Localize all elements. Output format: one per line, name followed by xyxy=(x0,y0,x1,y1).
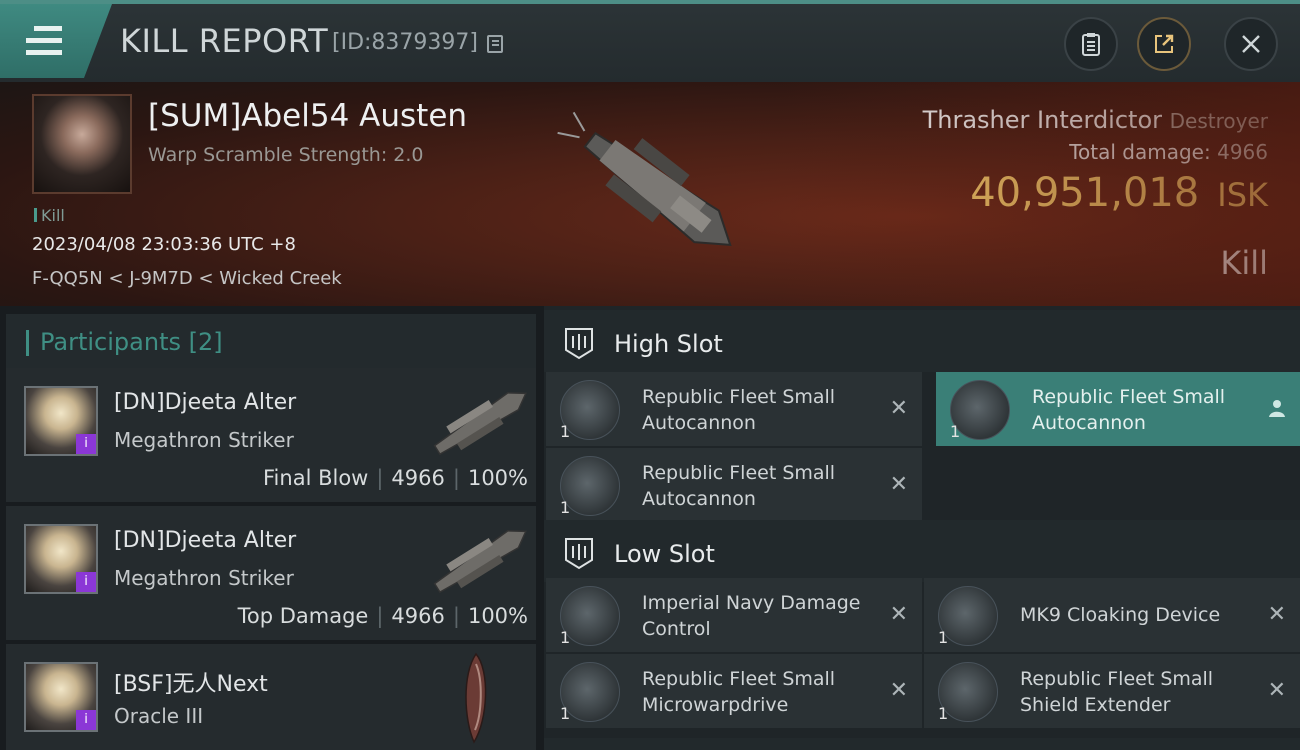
destroyed-icon: ✕ xyxy=(889,602,908,627)
total-damage-label: Total damage: xyxy=(1069,140,1211,164)
close-icon xyxy=(1242,35,1260,53)
share-icon xyxy=(1155,34,1174,53)
participant-row[interactable]: i [DN]Djeeta Alter Megathron Striker Fin… xyxy=(6,368,536,502)
module-name: Republic Fleet Small Autocannon xyxy=(1032,386,1226,434)
isk-unit: ISK xyxy=(1217,176,1268,214)
share-button[interactable] xyxy=(1137,17,1191,71)
kill-datetime: 2023/04/08 23:03:36 UTC +8 xyxy=(32,234,296,255)
hamburger-icon xyxy=(26,26,62,55)
destroyed-icon: ✕ xyxy=(889,396,908,421)
ship-class: Destroyer xyxy=(1169,109,1268,133)
participant-role: Top Damage xyxy=(237,604,369,628)
clipboard-icon xyxy=(1082,33,1100,56)
victim-ship-image[interactable] xyxy=(540,88,770,303)
info-badge-icon: i xyxy=(76,434,96,454)
participant-ship-image xyxy=(433,530,527,594)
participant-damage: 4966 xyxy=(391,466,445,490)
ship-type: Thrasher Interdictor xyxy=(922,106,1162,134)
module-name: Republic Fleet Small Microwarpdrive xyxy=(642,668,836,716)
next-slot-header xyxy=(544,738,1300,750)
module-name: MK9 Cloaking Device xyxy=(1020,604,1221,626)
report-id: [ID:8379397] xyxy=(332,30,478,55)
participant-name: [DN]Djeeta Alter xyxy=(114,390,297,415)
participant-name: [BSF]无人Next xyxy=(114,672,268,697)
copy-icon[interactable] xyxy=(487,35,503,53)
destroyed-icon: ✕ xyxy=(1267,602,1286,627)
participant-role: Final Blow xyxy=(263,466,369,490)
person-icon xyxy=(1269,400,1285,417)
participant-row[interactable]: i [DN]Djeeta Alter Megathron Striker Top… xyxy=(6,506,536,640)
module-item[interactable]: 1 Republic Fleet Small Shield Extender ✕ xyxy=(924,654,1300,728)
kill-tag: Kill xyxy=(34,206,65,225)
module-item[interactable]: 1 MK9 Cloaking Device ✕ xyxy=(924,578,1300,652)
info-badge-icon: i xyxy=(76,572,96,592)
participants-header[interactable]: Participants [2] xyxy=(6,314,536,370)
victim-ship-name[interactable]: Thrasher Interdictor Destroyer xyxy=(923,106,1268,134)
participants-title: Participants [2] xyxy=(40,328,223,356)
participant-avatar: i xyxy=(24,524,98,594)
module-name: Imperial Navy Damage Control xyxy=(642,592,861,640)
total-damage: Total damage: 4966 xyxy=(1069,140,1268,164)
participant-stats: Top Damage | 4966 | 100% xyxy=(237,604,528,628)
destroyed-icon: ✕ xyxy=(1267,678,1286,703)
participant-stats: Final Blow | 4966 | 100% xyxy=(263,466,528,490)
participant-avatar: i xyxy=(24,386,98,456)
participant-ship-image xyxy=(433,392,527,456)
participant-percent: 100% xyxy=(467,604,528,628)
module-qty: 1 xyxy=(950,422,961,441)
victim-avatar[interactable] xyxy=(32,94,132,194)
module-item[interactable]: 1 Republic Fleet Small Autocannon ✕ xyxy=(546,448,922,522)
participant-damage: 4966 xyxy=(391,604,445,628)
module-name: Republic Fleet Small Shield Extender xyxy=(1020,668,1214,716)
kill-location[interactable]: F-QQ5N < J-9M7D < Wicked Creek xyxy=(32,268,342,289)
high-slot-label: High Slot xyxy=(614,330,723,358)
module-item[interactable]: 1 Imperial Navy Damage Control ✕ xyxy=(546,578,922,652)
participant-ship: Megathron Striker xyxy=(114,566,294,590)
participant-ship: Megathron Striker xyxy=(114,428,294,452)
result-label: Kill xyxy=(1220,244,1268,282)
fitting-panel: High Slot 1 Republic Fleet Small Autocan… xyxy=(544,306,1300,750)
low-slot-icon xyxy=(565,538,593,570)
isk-amount: 40,951,018 xyxy=(970,170,1200,216)
victim-banner: [SUM]Abel54 Austen Warp Scramble Strengt… xyxy=(0,82,1300,306)
module-item[interactable]: 1 Republic Fleet Small Microwarpdrive ✕ xyxy=(546,654,922,728)
participant-name: [DN]Djeeta Alter xyxy=(114,528,297,553)
module-qty: 1 xyxy=(938,704,949,723)
module-item[interactable]: 1 Republic Fleet Small Autocannon ✕ xyxy=(546,372,922,446)
high-slot-header: High Slot xyxy=(544,310,1300,372)
participant-row[interactable]: i [BSF]无人Next Oracle III xyxy=(6,644,536,750)
low-slot-label: Low Slot xyxy=(614,540,715,568)
top-bar: KILL REPORT [ID:8379397] xyxy=(0,0,1300,82)
module-name: Republic Fleet Small Autocannon xyxy=(642,462,836,510)
victim-name[interactable]: [SUM]Abel54 Austen xyxy=(148,98,467,134)
low-slot-header: Low Slot xyxy=(544,520,1300,582)
participant-percent: 100% xyxy=(467,466,528,490)
participant-avatar: i xyxy=(24,662,98,732)
module-qty: 1 xyxy=(560,628,571,647)
module-name: Republic Fleet Small Autocannon xyxy=(642,386,836,434)
module-qty: 1 xyxy=(560,498,571,517)
menu-button[interactable] xyxy=(0,4,112,78)
info-badge-icon: i xyxy=(76,710,96,730)
destroyed-icon: ✕ xyxy=(889,472,908,497)
module-qty: 1 xyxy=(560,422,571,441)
participants-panel: Participants [2] i [DN]Djeeta Alter Mega… xyxy=(0,306,544,750)
page-title: KILL REPORT xyxy=(120,22,329,60)
destroyed-icon: ✕ xyxy=(889,678,908,703)
report-button[interactable] xyxy=(1064,17,1118,71)
module-qty: 1 xyxy=(938,628,949,647)
module-item-selected[interactable]: 1 Republic Fleet Small Autocannon xyxy=(936,372,1300,446)
isk-value: 40,951,018 ISK xyxy=(970,170,1268,216)
participant-ship: Oracle III xyxy=(114,704,204,728)
warp-scramble-strength: Warp Scramble Strength: 2.0 xyxy=(148,144,424,166)
close-button[interactable] xyxy=(1224,17,1278,71)
module-qty: 1 xyxy=(560,704,571,723)
total-damage-value: 4966 xyxy=(1217,140,1268,164)
high-slot-icon xyxy=(565,328,593,360)
participant-ship-image xyxy=(465,652,487,744)
